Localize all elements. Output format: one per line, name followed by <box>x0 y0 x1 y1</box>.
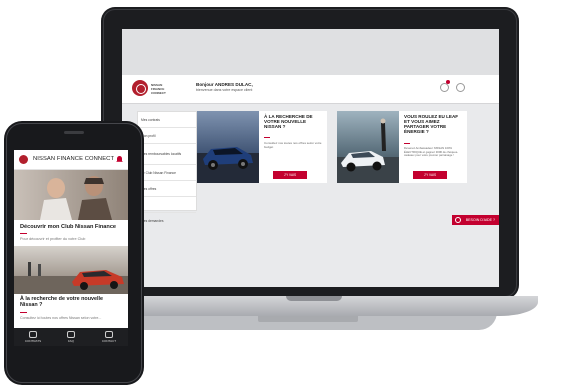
laptop-screen: NISSAN FINANCE CONNECT Bonjour ANDRES DU… <box>122 29 499 287</box>
phone-speaker <box>64 131 84 134</box>
help-button[interactable]: BESOIN D'AIDE ? <box>452 215 499 225</box>
greeting-subtitle: bienvenue dans votre espace client <box>196 88 253 92</box>
card-divider <box>20 233 27 234</box>
nav-faq[interactable]: FAQ <box>52 328 90 346</box>
nav-contrats[interactable]: CONTRATS <box>14 328 52 346</box>
notification-badge <box>446 80 450 84</box>
card-text: Consultez nos toutes nos offres selon vo… <box>264 141 322 149</box>
notification-icon[interactable] <box>440 83 449 92</box>
card-title: VOUS ROULEZ EU LEAF ET VOUS AIMEZ PARTAG… <box>404 114 459 134</box>
card-button[interactable]: J'Y VAIS <box>273 171 307 179</box>
site-header: NISSAN FINANCE CONNECT Bonjour ANDRES DU… <box>122 75 499 104</box>
help-icon <box>455 217 461 223</box>
card-divider <box>20 312 27 313</box>
phone-screen: NISSAN FINANCE CONNECT Découvrir mon Clu… <box>14 150 128 346</box>
car-image-dark-suv <box>197 111 259 183</box>
nav-label: FAQ <box>67 339 74 343</box>
side-item-contrats[interactable]: Mes contrats <box>138 112 196 128</box>
phone-header: NISSAN FINANCE CONNECT <box>14 150 128 170</box>
phone-brand: NISSAN FINANCE CONNECT <box>33 156 115 162</box>
nav-contact[interactable]: CONTACT <box>90 328 128 346</box>
card-text: Devenez Ambassadeur NISSAN 100% ÉLECTRIQ… <box>404 146 459 158</box>
side-item-offres[interactable]: Mes offres <box>138 181 196 197</box>
side-item-blank[interactable] <box>138 197 196 213</box>
car-photo-red <box>14 246 128 294</box>
side-menu: Mes contrats Mon profil Mes remboursable… <box>137 111 197 223</box>
car-image-white-leaf <box>337 111 399 183</box>
side-item-remboursables[interactable]: Mes remboursables locatifs <box>138 144 196 165</box>
card-title: À LA RECHERCHE DE VOTRE NOUVELLE NISSAN … <box>264 114 313 129</box>
nav-label: CONTRATS <box>24 339 42 343</box>
card-title: À la recherche de votre nouvelle Nissan … <box>20 296 103 309</box>
phone-bottom-nav: CONTRATS FAQ CONTACT <box>14 328 128 346</box>
card-divider <box>404 143 410 144</box>
profile-icon[interactable] <box>456 83 465 92</box>
card-subtitle: Consultez ici toutes nos offres Nissan s… <box>20 316 102 320</box>
side-item-profil[interactable]: Mon profil <box>138 128 196 144</box>
contracts-icon <box>29 331 37 338</box>
nissan-logo-icon[interactable] <box>19 155 28 164</box>
bell-icon[interactable] <box>116 155 123 163</box>
card-subtitle: Pour découvrir et profiter du votre Club <box>20 237 86 241</box>
help-button-label: BESOIN D'AIDE ? <box>465 218 495 222</box>
side-item-demandes[interactable]: Mes demandes <box>138 213 196 228</box>
screen-top-area <box>122 29 499 75</box>
card-divider <box>264 137 270 138</box>
card-button[interactable]: J'Y VAIS <box>413 171 447 179</box>
faq-icon <box>67 331 75 338</box>
contact-icon <box>105 331 113 338</box>
side-item-club[interactable]: Le Club Nissan Finance <box>138 165 196 181</box>
nissan-logo-icon[interactable] <box>132 80 148 96</box>
nav-label: CONTACT <box>101 339 117 343</box>
offer-card-nissan: À LA RECHERCHE DE VOTRE NOUVELLE NISSAN … <box>197 111 327 183</box>
people-photo <box>14 170 128 220</box>
brand-name: NISSAN FINANCE CONNECT <box>151 83 166 95</box>
greeting: Bonjour ANDRES DULAC, <box>196 82 253 87</box>
offer-card-leaf: VOUS ROULEZ EU LEAF ET VOUS AIMEZ PARTAG… <box>337 111 467 183</box>
laptop-notch <box>286 296 342 301</box>
card-title: Découvrir mon Club Nissan Finance <box>20 224 117 230</box>
